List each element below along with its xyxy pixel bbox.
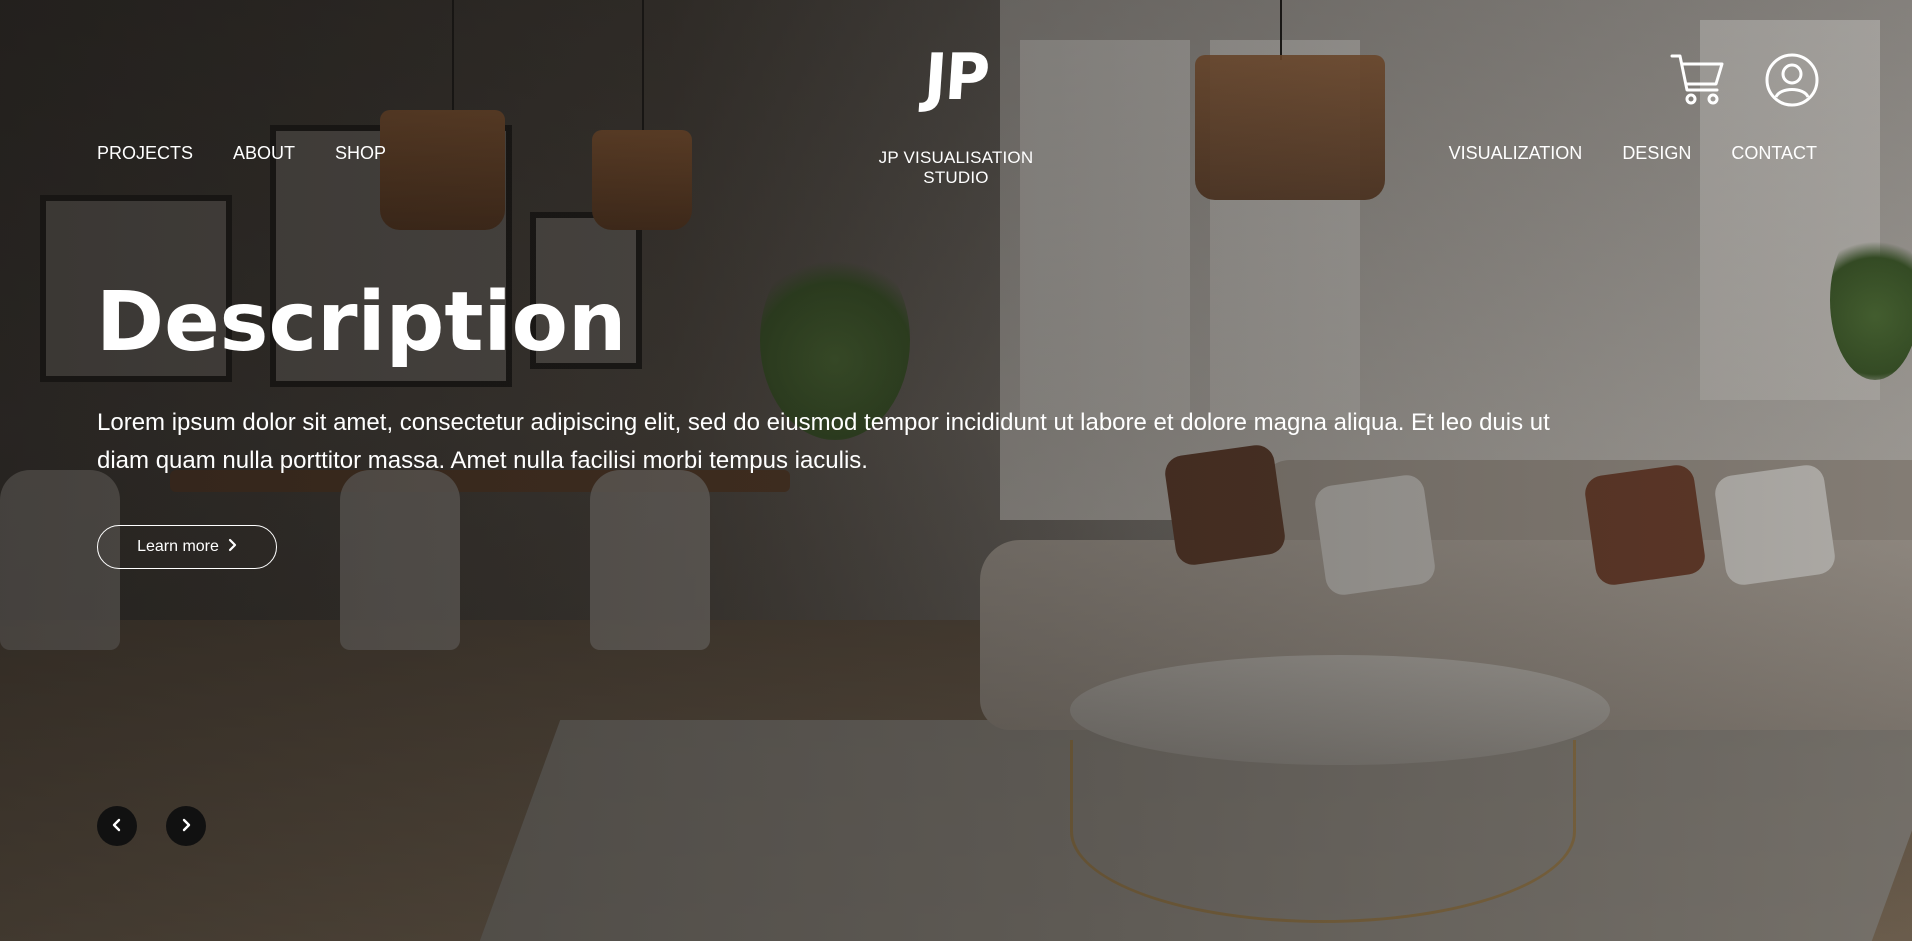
nav-item-about[interactable]: ABOUT xyxy=(233,143,295,164)
user-account-icon[interactable] xyxy=(1764,52,1820,108)
nav-item-design[interactable]: DESIGN xyxy=(1622,143,1691,164)
nav-item-projects[interactable]: PROJECTS xyxy=(97,143,193,164)
nav-item-contact[interactable]: CONTACT xyxy=(1731,143,1817,164)
logo[interactable]: JP xyxy=(920,41,993,115)
studio-name: JP VISUALISATION STUDIO xyxy=(878,148,1034,187)
chevron-left-icon xyxy=(111,817,123,836)
cart-icon[interactable] xyxy=(1670,52,1726,108)
carousel-prev-button[interactable] xyxy=(97,806,137,846)
nav-item-shop[interactable]: SHOP xyxy=(335,143,386,164)
hero-description: Lorem ipsum dolor sit amet, consectetur … xyxy=(97,409,1550,474)
chevron-right-icon xyxy=(180,817,192,836)
nav-right: VISUALIZATION DESIGN CONTACT xyxy=(1449,143,1817,164)
hero-section: JP JP VISUALISATION STUDIO PROJECTS ABOU… xyxy=(0,0,1912,941)
carousel-next-button[interactable] xyxy=(166,806,206,846)
nav-left: PROJECTS ABOUT SHOP xyxy=(97,143,386,164)
chevron-right-icon xyxy=(227,538,237,557)
learn-more-button[interactable]: Learn more xyxy=(97,525,277,569)
page-title: Description xyxy=(96,275,627,370)
nav-item-visualization[interactable]: VISUALIZATION xyxy=(1449,143,1583,164)
learn-more-label: Learn more xyxy=(137,538,219,555)
